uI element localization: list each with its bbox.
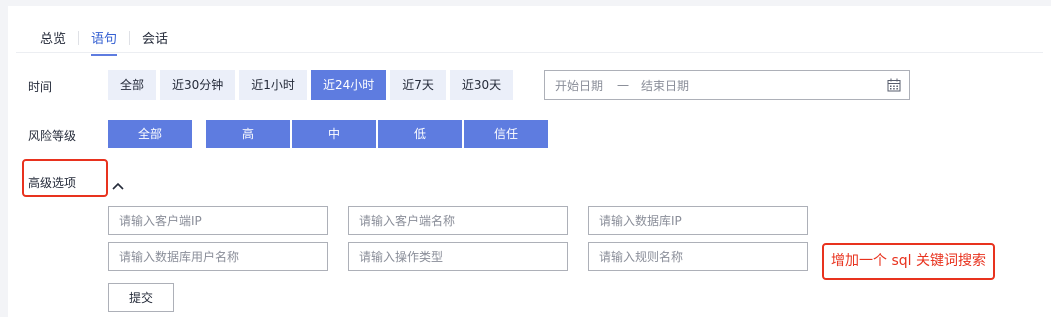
chevron-up-icon[interactable] xyxy=(112,182,124,190)
submit-button[interactable]: 提交 xyxy=(108,283,174,312)
date-range-picker[interactable]: 开始日期 一 结束日期 xyxy=(544,70,910,100)
time-label: 时间 xyxy=(28,80,53,94)
start-date-placeholder: 开始日期 xyxy=(555,78,604,93)
calendar-icon[interactable] xyxy=(887,78,901,92)
time-filter-group: 全部 近30分钟 近1小时 近24小时 近7天 近30天 xyxy=(108,70,514,100)
client-name-input[interactable] xyxy=(348,206,568,235)
time-all-button[interactable]: 全部 xyxy=(108,70,157,100)
date-range-separator: 一 xyxy=(617,78,630,93)
risk-low-button[interactable]: 低 xyxy=(378,120,462,148)
tab-overview[interactable]: 总览 xyxy=(40,20,66,56)
risk-filter-group: 全部 高 中 低 信任 xyxy=(108,120,550,148)
risk-all-button[interactable]: 全部 xyxy=(108,120,192,148)
operation-type-input[interactable] xyxy=(348,242,568,271)
db-ip-input[interactable] xyxy=(588,206,808,235)
time-24h-button[interactable]: 近24小时 xyxy=(310,70,387,100)
tab-bar: 总览 语句 会话 xyxy=(24,20,168,56)
tabs-divider-line xyxy=(16,52,1043,53)
filter-panel: 总览 语句 会话 时间 全部 近30分钟 近1小时 近24小时 近7天 近30天… xyxy=(8,6,1051,317)
risk-trusted-button[interactable]: 信任 xyxy=(464,120,548,148)
time-30d-button[interactable]: 近30天 xyxy=(449,70,514,100)
advanced-options-label[interactable]: 高级选项 xyxy=(28,174,76,191)
risk-medium-button[interactable]: 中 xyxy=(292,120,376,148)
tab-sessions[interactable]: 会话 xyxy=(142,20,168,56)
db-user-input[interactable] xyxy=(108,242,328,271)
annotation-note: 增加一个 sql 关键词搜索 xyxy=(822,243,995,280)
end-date-placeholder: 结束日期 xyxy=(641,78,690,93)
tab-divider xyxy=(129,31,131,45)
risk-level-label: 风险等级 xyxy=(28,129,77,143)
time-7d-button[interactable]: 近7天 xyxy=(390,70,446,100)
tab-statements[interactable]: 语句 xyxy=(91,20,118,56)
time-1h-button[interactable]: 近1小时 xyxy=(239,70,307,100)
risk-high-button[interactable]: 高 xyxy=(206,120,290,148)
time-30min-button[interactable]: 近30分钟 xyxy=(160,70,236,100)
tab-divider xyxy=(78,31,80,45)
client-ip-input[interactable] xyxy=(108,206,328,235)
rule-name-input[interactable] xyxy=(588,242,808,271)
